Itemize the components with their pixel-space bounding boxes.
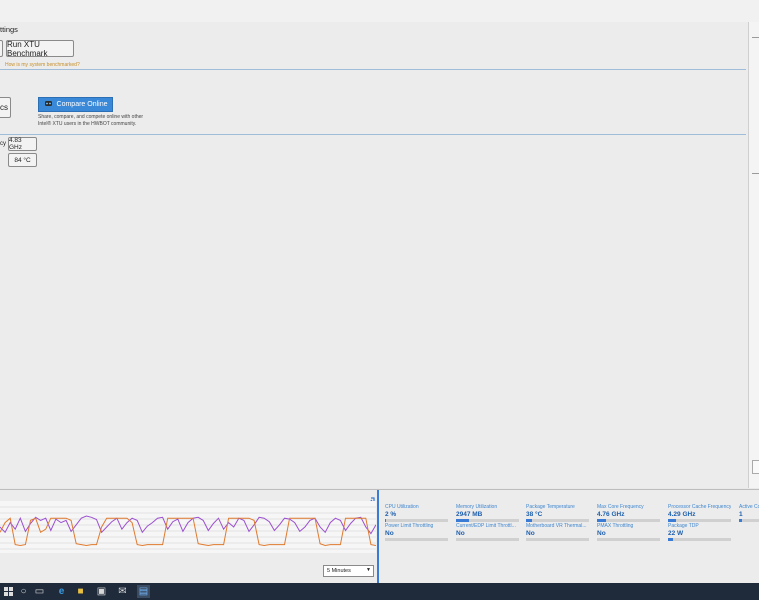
metric-value: 38 °C [526,511,543,518]
metric-bar-fill [385,519,387,522]
metric-tile[interactable]: CPU Utilization 2 % [385,504,448,522]
scroll-marker-top [752,37,759,38]
metric-bar [668,519,731,522]
settings-label: ttings [0,25,18,34]
partial-tab-label: cs [0,103,8,112]
metric-bar [526,538,589,541]
metric-bar [385,538,448,541]
performance-graph-svg [0,506,377,550]
metric-tile[interactable]: Package TDP 22 W [668,523,731,541]
metric-bar [456,538,519,541]
compare-online-button[interactable]: Compare Online [38,97,113,112]
time-range-select[interactable]: 5 Minutes ▼ [323,565,374,577]
metric-label: Current/EDP Limit Throttl... [456,523,516,529]
metric-tile[interactable]: Processor Cache Frequency 4.29 GHz [668,504,731,522]
metric-label: Motherboard VR Thermal... [526,523,587,529]
metric-bar [526,519,589,522]
metric-bar-fill [668,519,676,522]
metric-label: Package TDP [668,523,699,529]
metric-label: Active Co [739,504,759,510]
metric-bar [597,519,660,522]
run-xtu-benchmark-button[interactable]: Run XTU Benchmark [6,40,74,58]
metric-tile[interactable]: Memory Utilization 2947 MB [456,504,519,522]
hwbot-icon [44,100,53,109]
metric-bar-fill [456,519,469,522]
partial-button-left[interactable] [0,40,3,57]
metric-bar-fill [739,519,742,522]
metric-value: No [597,530,606,537]
metric-tile[interactable]: PMAX Throttling No [597,523,660,541]
time-range-value: 5 Minutes [327,568,351,574]
graph-settings-icon[interactable] [367,492,375,505]
benchmark-help-link[interactable]: How is my system benchmarked? [5,62,80,68]
metric-tile[interactable]: Power Limit Throttling No [385,523,448,541]
section-divider-2 [0,134,746,135]
metric-label: Power Limit Throttling [385,523,434,529]
scroll-thumb[interactable] [752,460,759,474]
file-explorer-icon[interactable]: ■ [74,585,87,598]
metric-bar [739,519,759,522]
windows-taskbar: ○ ▭ e ■ ▣ ✉ ▤ [0,583,759,600]
section-divider-1 [0,69,746,70]
start-button[interactable] [2,585,15,598]
metric-value: 4.29 GHz [668,511,696,518]
compare-description-2: Intel® XTU users in the HWBOT community. [38,121,137,127]
scroll-marker-mid [752,173,759,174]
mail-icon[interactable]: ✉ [116,585,129,598]
frequency-readout: 4.83 GHz [8,137,37,151]
chevron-down-icon: ▼ [366,567,371,573]
metric-tile[interactable]: Current/EDP Limit Throttl... No [456,523,519,541]
vertical-scrollbar[interactable] [748,22,759,488]
metric-value: 2 % [385,511,397,518]
metric-label: CPU Utilization [385,504,419,510]
metric-value: No [526,530,535,537]
metric-value: 4.76 GHz [597,511,625,518]
metric-label: Package Temperature [526,504,575,510]
monitoring-panel: CPU Utilization 2 % Memory Utilization 2947… [0,489,759,584]
metric-value: 2947 MB [456,511,483,518]
window-titlebar [0,0,759,23]
metric-label: PMAX Throttling [597,523,634,529]
metric-bar-fill [526,519,533,522]
metric-bar-fill [668,538,674,541]
metric-value: 1 [739,511,743,518]
metric-value: No [456,530,465,537]
metric-value: 22 W [668,530,684,537]
metric-bar [597,538,660,541]
panel-divider [377,490,379,584]
metric-tile[interactable]: Active Co 1 [739,504,759,522]
task-view-icon[interactable]: ▭ [33,585,46,598]
metric-tile[interactable]: Package Temperature 38 °C [526,504,589,522]
metric-label: Processor Cache Frequency [668,504,731,510]
partial-tab-button[interactable]: cs [0,97,11,118]
metric-label: Memory Utilization [456,504,498,510]
main-panel: ttings Run XTU Benchmark How is my syste… [0,22,748,488]
edge-icon[interactable]: e [55,585,68,598]
partial-readout-label: cy [0,141,6,147]
temperature-readout: 84 °C [8,153,37,167]
metric-bar [385,519,448,522]
metric-bar [456,519,519,522]
metric-bar [668,538,731,541]
xtu-app-icon[interactable]: ▤ [137,585,150,598]
metric-tile[interactable]: Max Core Frequency 4.76 GHz [597,504,660,522]
search-icon[interactable]: ○ [17,585,30,598]
metric-tile[interactable]: Motherboard VR Thermal... No [526,523,589,541]
compare-online-label: Compare Online [56,101,108,108]
metric-label: Max Core Frequency [597,504,644,510]
metric-bar-fill [597,519,607,522]
performance-graph [0,501,377,553]
store-icon[interactable]: ▣ [95,585,108,598]
compare-description-1: Share, compare, and compete online with … [38,114,144,120]
metric-value: No [385,530,394,537]
